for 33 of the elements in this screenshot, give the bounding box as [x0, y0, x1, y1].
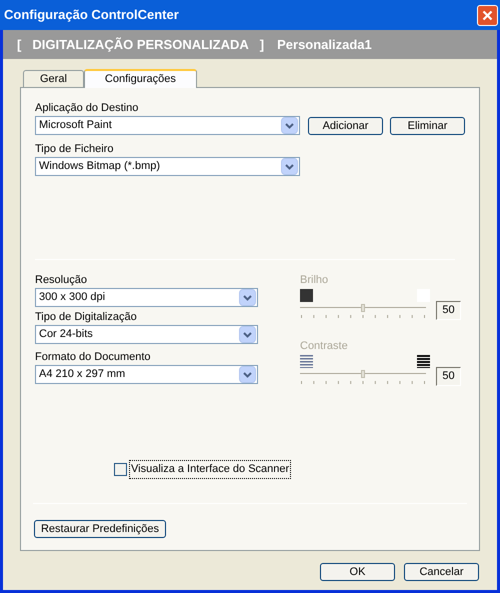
field-label: Resolução [35, 273, 88, 288]
dialog-button[interactable]: Cancelar [404, 563, 479, 581]
tab[interactable]: Configurações [84, 69, 197, 88]
dialog-button[interactable]: OK [320, 563, 395, 581]
window-title: Configuração ControlCenter [4, 6, 179, 24]
dark-square-icon [300, 289, 313, 302]
action-button[interactable]: Adicionar [308, 116, 383, 134]
checkbox[interactable] [114, 462, 127, 476]
field-label: Tipo de Digitalização [35, 310, 138, 325]
dropdown-field[interactable]: Microsoft Paint [35, 116, 300, 135]
checkbox-label[interactable]: Visualiza a Interface do Scanner [129, 460, 292, 478]
bracket: ] [260, 36, 264, 54]
striped-lines-icon [300, 355, 313, 368]
profile-name: Personalizada1 [277, 36, 372, 54]
slider-label: Brilho [300, 273, 330, 288]
field-label: Aplicação do Destino [35, 101, 140, 116]
bracket: [ [17, 36, 22, 54]
field-label: Tipo de Ficheiro [35, 142, 114, 157]
slider-value-field: 50 [436, 301, 461, 320]
restore-defaults-button[interactable]: Restaurar Predefinições [34, 520, 166, 538]
slider-label: Contraste [300, 339, 349, 354]
dropdown-field[interactable]: Cor 24-bits [35, 325, 258, 344]
lines-icon [417, 355, 430, 368]
mode-title: DIGITALIZAÇÃO PERSONALIZADA [32, 36, 249, 54]
tab[interactable]: Geral [23, 70, 84, 87]
dropdown-field[interactable]: Windows Bitmap (*.bmp) [35, 157, 300, 176]
close-button[interactable] [477, 4, 498, 26]
slider-value-field: 50 [436, 367, 461, 386]
dropdown-field[interactable]: 300 x 300 dpi [35, 288, 258, 307]
field-label: Formato do Documento [35, 350, 152, 365]
action-button[interactable]: Eliminar [390, 116, 465, 134]
dropdown-field[interactable]: A4 210 x 297 mm [35, 365, 258, 384]
close-icon [482, 10, 493, 20]
